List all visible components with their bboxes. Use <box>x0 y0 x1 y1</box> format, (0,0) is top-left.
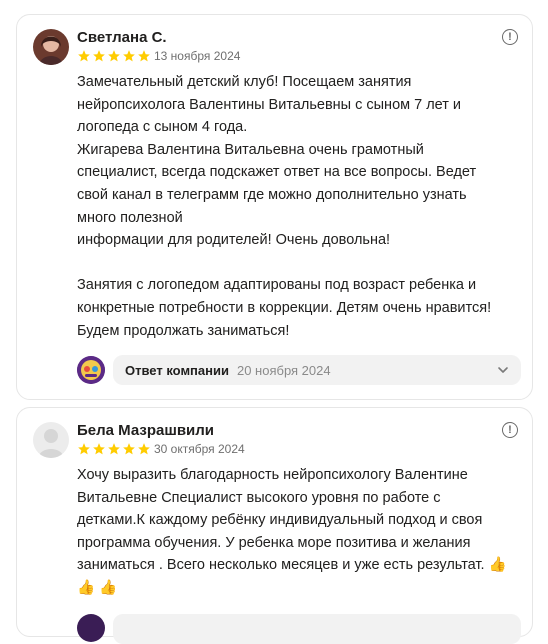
rating-stars <box>77 49 151 63</box>
review-text: Хочу выразить благодарность нейропсихоло… <box>77 467 507 596</box>
company-logo <box>77 356 105 384</box>
company-reply: Ответ компании 20 ноября 2024 <box>77 355 522 385</box>
star-icon <box>78 443 90 455</box>
star-icon <box>93 443 105 455</box>
review-card: Бела Мазрашвили 30 октября 2024 ! Хочу в… <box>16 407 533 644</box>
review-date: 13 ноября 2024 <box>154 49 241 63</box>
review-date: 30 октября 2024 <box>154 442 245 456</box>
author-name[interactable]: Бела Мазрашвили <box>77 422 214 439</box>
star-icon <box>78 50 90 62</box>
star-icon <box>108 443 120 455</box>
chevron-down-icon <box>498 367 508 373</box>
company-logo <box>77 614 105 642</box>
avatar[interactable] <box>33 29 69 65</box>
rating-stars <box>77 442 151 456</box>
company-reply-toggle[interactable]: Ответ компании 20 ноября 2024 <box>113 355 521 385</box>
more-info-icon[interactable]: ! <box>502 29 518 45</box>
more-info-icon[interactable]: ! <box>502 422 518 438</box>
star-icon <box>123 50 135 62</box>
review-card: Светлана С. 13 ноября 2024 ! Замечательн… <box>16 14 533 400</box>
avatar[interactable] <box>33 422 69 458</box>
reply-label: Ответ компании <box>125 362 229 378</box>
star-icon <box>138 443 150 455</box>
star-icon <box>93 50 105 62</box>
company-reply-toggle[interactable] <box>113 614 521 644</box>
star-icon <box>138 50 150 62</box>
reply-date: 20 ноября 2024 <box>236 362 331 378</box>
author-name[interactable]: Светлана С. <box>77 29 167 46</box>
review-text: Замечательный детский клуб! Посещаем зан… <box>77 74 492 339</box>
star-icon <box>123 443 135 455</box>
star-icon <box>108 50 120 62</box>
